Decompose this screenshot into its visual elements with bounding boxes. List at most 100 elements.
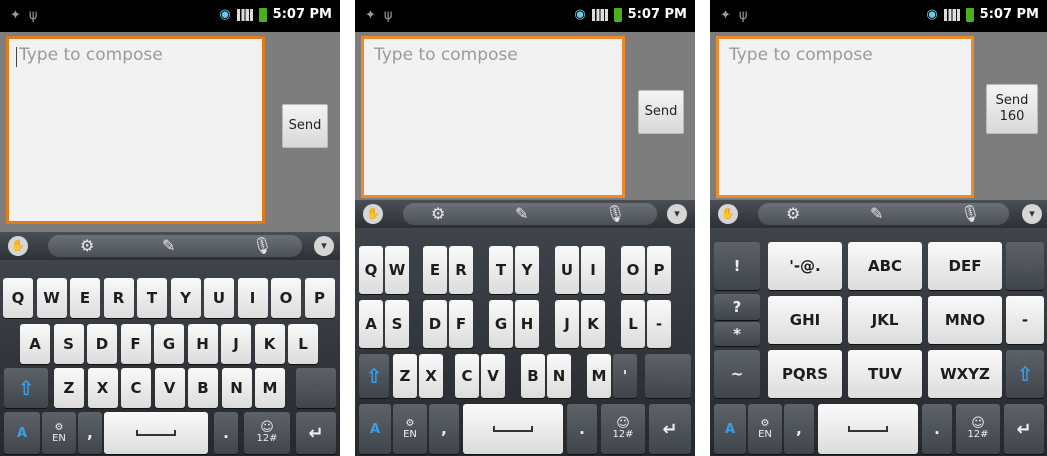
key-w[interactable]: W — [36, 278, 67, 318]
compose-field[interactable]: Type to compose — [361, 36, 625, 198]
key-m[interactable]: M — [587, 354, 611, 398]
key-t[interactable]: T — [137, 278, 167, 318]
delete-key[interactable]: ⌫ — [1006, 242, 1044, 290]
symbols-key[interactable]: ☺ 12# — [601, 404, 645, 454]
key-tilde[interactable]: ~ — [714, 350, 760, 398]
symbols-key[interactable]: ☺ 12# — [956, 404, 1000, 454]
key-j[interactable]: J — [555, 300, 579, 348]
key-jkl[interactable]: JKL — [848, 296, 922, 344]
space-key[interactable] — [818, 404, 918, 454]
key-a[interactable]: A — [359, 300, 383, 348]
key-s[interactable]: S — [53, 324, 84, 364]
period-key[interactable]: . — [214, 412, 238, 454]
chevron-down-icon[interactable]: ▾ — [667, 204, 687, 224]
key-y[interactable]: Y — [515, 246, 539, 294]
key-e[interactable]: E — [423, 246, 447, 294]
key-l[interactable]: L — [621, 300, 645, 348]
key-e[interactable]: E — [70, 278, 100, 318]
enter-key[interactable]: ↵ — [1004, 404, 1044, 454]
key-q[interactable]: Q — [3, 278, 33, 318]
key-n[interactable]: N — [221, 368, 252, 408]
key-u[interactable]: U — [555, 246, 579, 294]
key-x[interactable]: X — [419, 354, 443, 398]
key-dash[interactable]: - — [647, 300, 671, 348]
swipe-icon[interactable]: ✋ — [8, 236, 28, 256]
mode-key[interactable]: A — [4, 412, 40, 454]
key-question[interactable]: ? — [714, 294, 760, 320]
mic-icon[interactable]: 🎙 — [605, 203, 625, 225]
key-o[interactable]: O — [621, 246, 645, 294]
key-c[interactable]: C — [455, 354, 479, 398]
key-d[interactable]: D — [87, 324, 117, 364]
key-k[interactable]: K — [254, 324, 285, 364]
key-d[interactable]: D — [423, 300, 447, 348]
edit-icon[interactable]: ✎ — [162, 235, 175, 257]
key-dash[interactable]: - — [1006, 296, 1044, 344]
key-asterisk[interactable]: * — [714, 322, 760, 346]
key-h[interactable]: H — [515, 300, 539, 348]
key-p[interactable]: P — [304, 278, 335, 318]
mic-icon[interactable]: 🎙 — [252, 235, 272, 257]
edit-icon[interactable]: ✎ — [870, 203, 883, 225]
key-h[interactable]: H — [187, 324, 218, 364]
key-j[interactable]: J — [221, 324, 251, 364]
mode-key[interactable]: A — [359, 404, 391, 454]
key-w[interactable]: W — [385, 246, 409, 294]
key-f[interactable]: F — [449, 300, 473, 348]
key-t[interactable]: T — [489, 246, 513, 294]
enter-key[interactable]: ↵ — [649, 404, 691, 454]
period-key[interactable]: . — [922, 404, 952, 454]
compose-field[interactable]: Type to compose — [716, 36, 974, 198]
key-u[interactable]: U — [204, 278, 234, 318]
language-key[interactable]: ⚙ EN — [748, 404, 782, 454]
key-v[interactable]: V — [154, 368, 185, 408]
gear-icon[interactable]: ⚙ — [786, 203, 800, 225]
key-o[interactable]: O — [271, 278, 301, 318]
enter-key[interactable]: ↵ — [296, 412, 336, 454]
compose-field[interactable]: Type to compose — [6, 36, 265, 224]
mic-icon[interactable]: 🎙 — [960, 203, 980, 225]
send-button[interactable]: Send 160 — [986, 84, 1038, 134]
key-n[interactable]: N — [547, 354, 571, 398]
key-apostrophe[interactable]: ' — [613, 354, 637, 398]
shift-key[interactable]: ⇧ — [359, 354, 389, 398]
comma-key[interactable]: , — [784, 404, 814, 454]
swipe-icon[interactable]: ✋ — [718, 204, 738, 224]
key-tuv[interactable]: TUV — [848, 350, 922, 398]
key-z[interactable]: Z — [393, 354, 417, 398]
edit-icon[interactable]: ✎ — [515, 203, 528, 225]
mode-key[interactable]: A — [714, 404, 746, 454]
comma-key[interactable]: , — [429, 404, 459, 454]
shift-key[interactable]: ⇧ — [4, 368, 48, 408]
key-l[interactable]: L — [288, 324, 318, 364]
key-abc[interactable]: ABC — [848, 242, 922, 290]
key-q[interactable]: Q — [359, 246, 383, 294]
key-g[interactable]: G — [489, 300, 513, 348]
gear-icon[interactable]: ⚙ — [431, 203, 445, 225]
key-mno[interactable]: MNO — [928, 296, 1002, 344]
key-g[interactable]: G — [154, 324, 184, 364]
key-s[interactable]: S — [385, 300, 409, 348]
language-key[interactable]: ⚙ EN — [42, 412, 76, 454]
key-v[interactable]: V — [481, 354, 505, 398]
key-k[interactable]: K — [581, 300, 605, 348]
key-b[interactable]: B — [521, 354, 545, 398]
delete-key[interactable]: ⌫ — [296, 368, 336, 408]
delete-key[interactable]: ⌫ — [645, 354, 691, 398]
period-key[interactable]: . — [567, 404, 597, 454]
key-f[interactable]: F — [120, 324, 151, 364]
space-key[interactable] — [463, 404, 563, 454]
key-a[interactable]: A — [20, 324, 50, 364]
key-r[interactable]: R — [449, 246, 473, 294]
key-ghi[interactable]: GHI — [768, 296, 842, 344]
gear-icon[interactable]: ⚙ — [80, 235, 94, 257]
key-pqrs[interactable]: PQRS — [768, 350, 842, 398]
shift-key[interactable]: ⇧ — [1006, 350, 1044, 398]
key-y[interactable]: Y — [170, 278, 201, 318]
swipe-icon[interactable]: ✋ — [363, 204, 383, 224]
send-button[interactable]: Send — [282, 104, 328, 148]
key-def[interactable]: DEF — [928, 242, 1002, 290]
key-m[interactable]: M — [255, 368, 285, 408]
key-exclaim[interactable]: ! — [714, 242, 760, 290]
symbols-key[interactable]: ☺ 12# — [244, 412, 290, 454]
